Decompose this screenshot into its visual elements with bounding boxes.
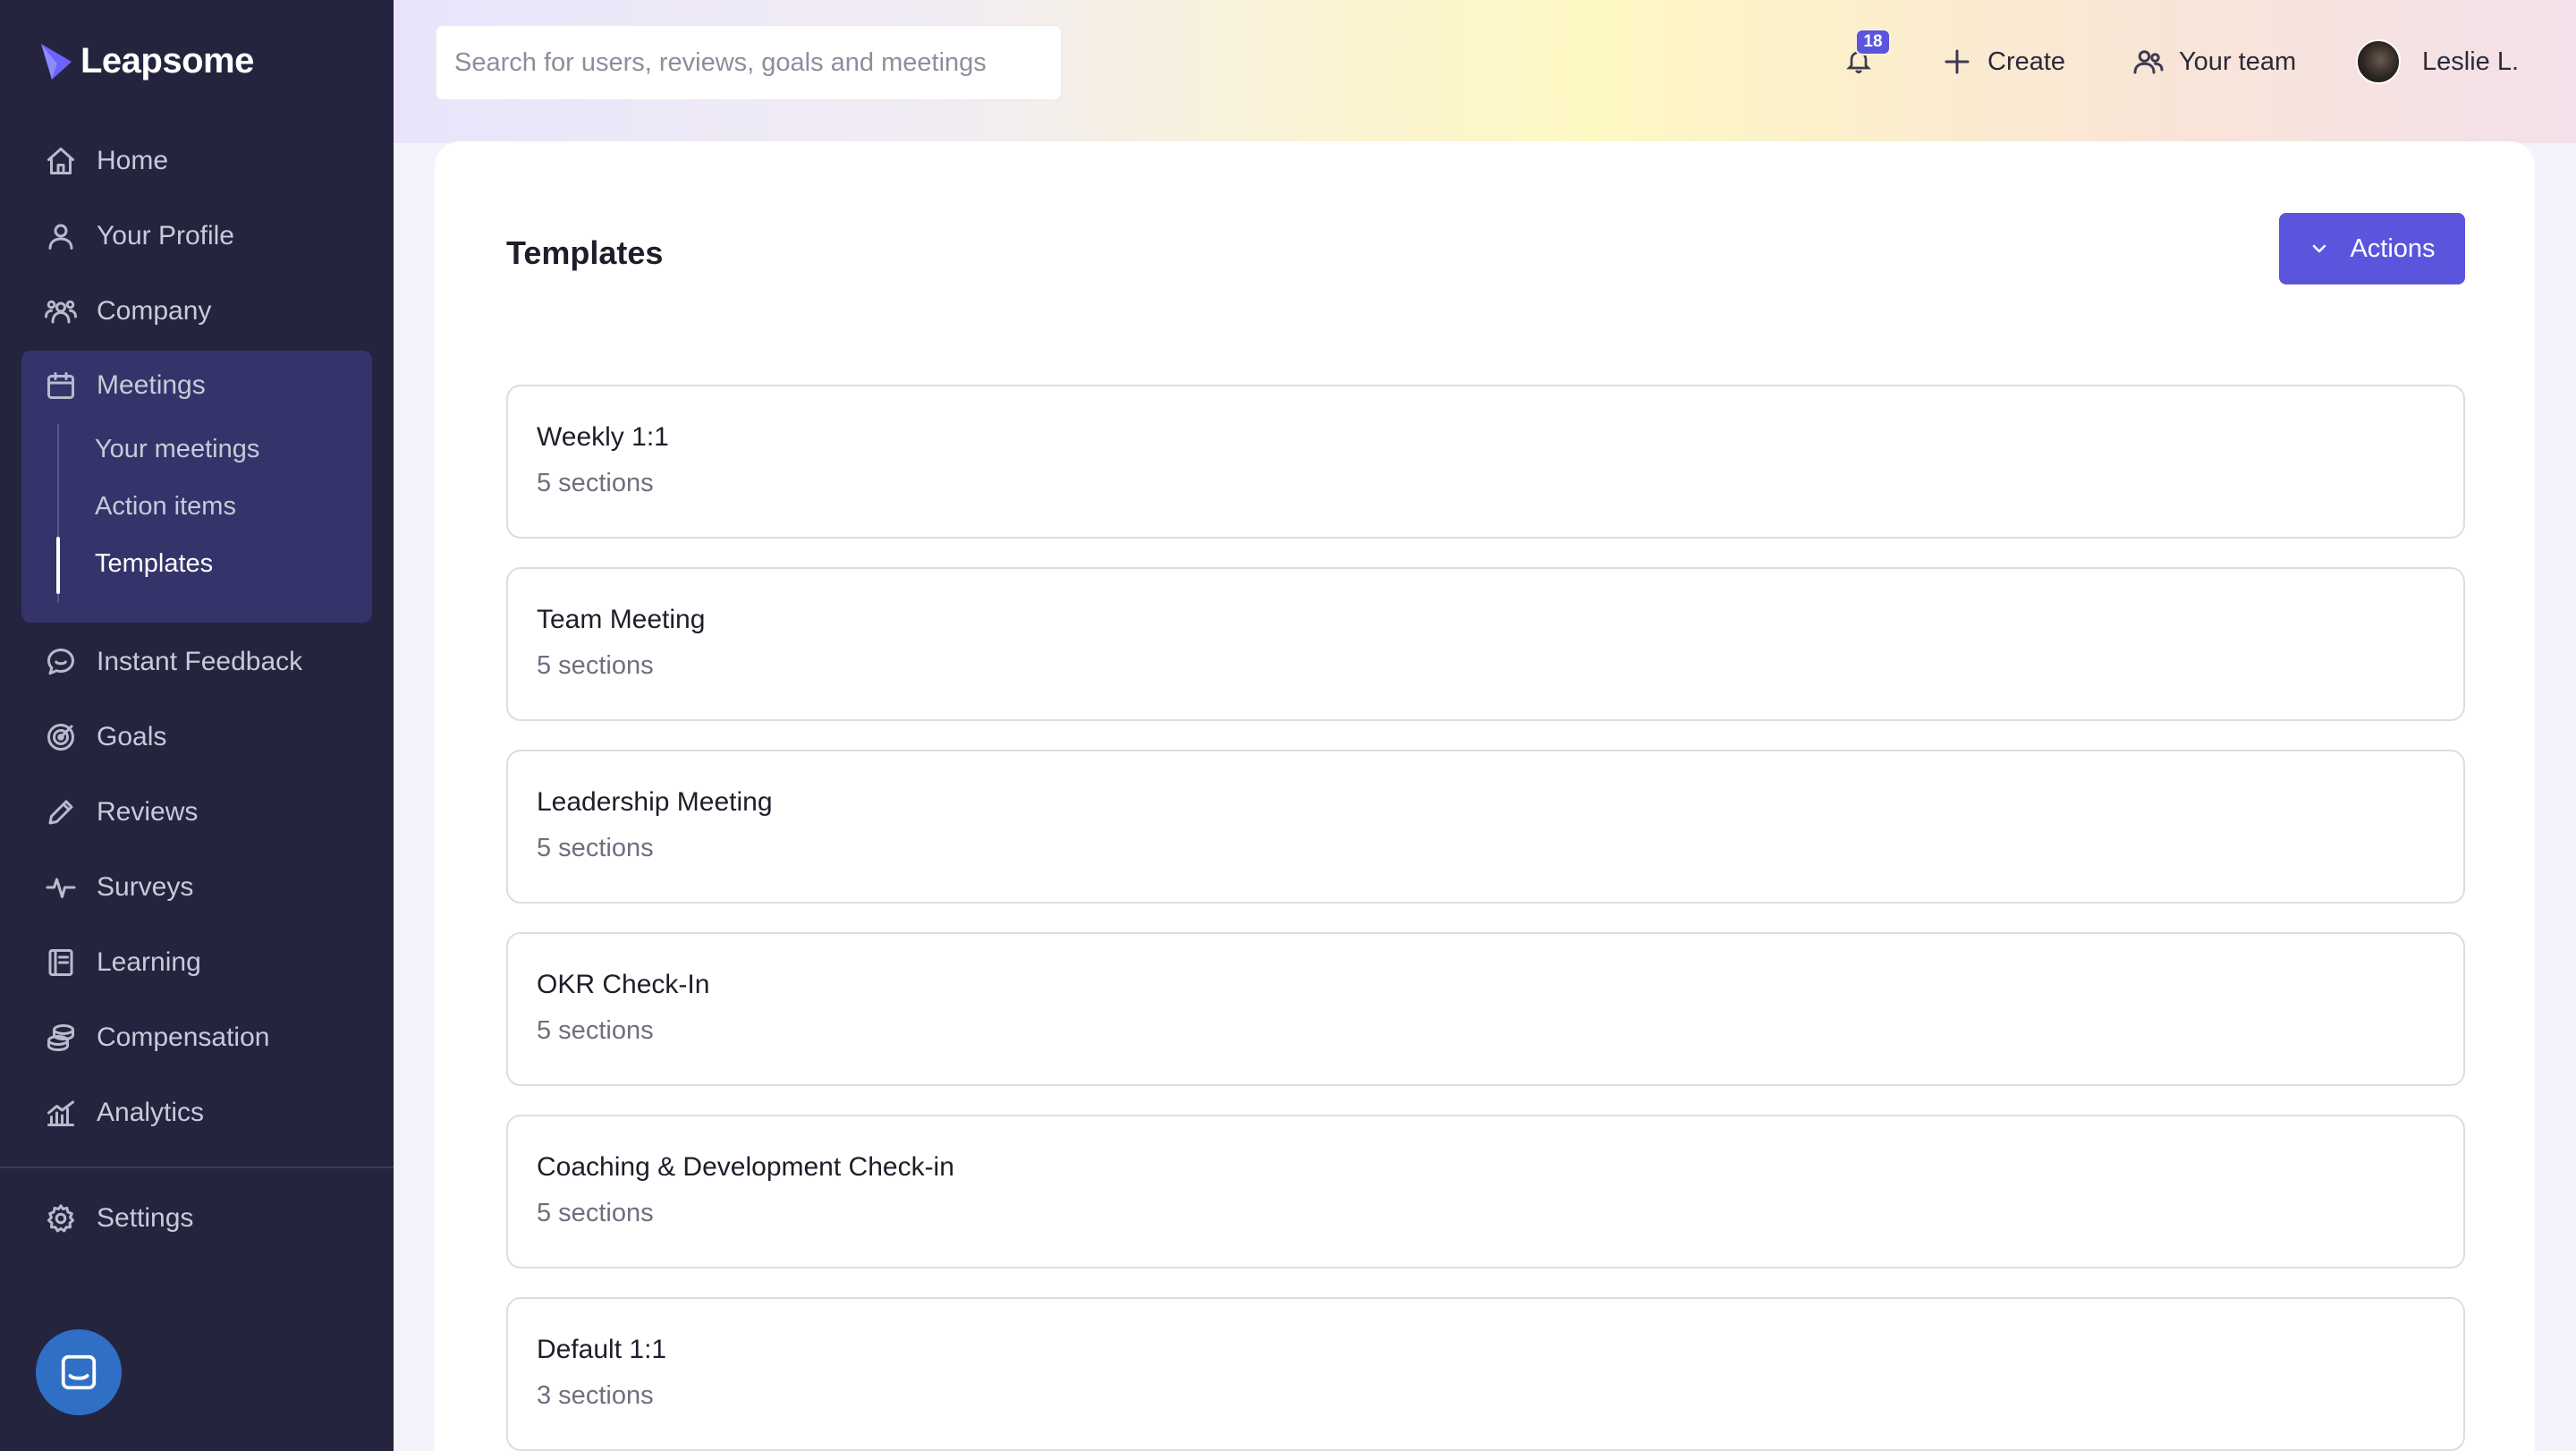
sidebar: Leapsome Home Your Profile Company Meeti… [0, 0, 394, 1451]
notification-count-badge: 18 [1855, 29, 1891, 55]
plus-icon [1945, 49, 1970, 74]
template-list: Weekly 1:1 5 sections Team Meeting 5 sec… [506, 385, 2465, 1451]
leapsome-logo[interactable]: Leapsome [39, 41, 254, 81]
sidebar-item-surveys[interactable]: Surveys [45, 865, 193, 910]
user-name: Leslie L. [2422, 47, 2520, 76]
sidebar-subitem-your-meetings[interactable]: Your meetings [95, 435, 259, 464]
chat-bubble-icon [47, 649, 74, 675]
sidebar-item-meetings[interactable]: Meetings [45, 363, 206, 408]
sidebar-item-label: Goals [97, 722, 167, 751]
template-name: Leadership Meeting [537, 787, 773, 817]
sidebar-item-label: Company [97, 296, 212, 326]
calendar-icon [47, 372, 74, 399]
template-section-count: 5 sections [537, 834, 654, 862]
message-icon [61, 1354, 97, 1390]
coins-icon [47, 1024, 74, 1051]
template-section-count: 5 sections [537, 1199, 654, 1227]
user-icon [48, 224, 73, 250]
sidebar-item-reviews[interactable]: Reviews [45, 790, 198, 835]
sidebar-item-label: Your Profile [97, 221, 234, 250]
sidebar-item-label: Analytics [97, 1098, 205, 1127]
template-card[interactable]: Default 1:1 3 sections [506, 1297, 2465, 1451]
user-menu[interactable]: Leslie L. [2356, 39, 2519, 84]
sidebar-item-label: Instant Feedback [97, 647, 303, 676]
sidebar-subitem-action-items[interactable]: Action items [95, 492, 236, 522]
sidebar-item-goals[interactable]: Goals [45, 715, 166, 759]
template-section-count: 5 sections [537, 469, 654, 497]
sidebar-divider [0, 1167, 394, 1168]
template-name: Team Meeting [537, 605, 706, 634]
your-team-button[interactable]: Your team [2132, 39, 2296, 84]
meetings-group: Meetings Your meetings Action items Temp… [21, 351, 372, 623]
template-card[interactable]: OKR Check-In 5 sections [506, 932, 2465, 1086]
sidebar-item-learning[interactable]: Learning [45, 940, 201, 985]
template-name: Weekly 1:1 [537, 422, 669, 452]
sidebar-item-home[interactable]: Home [45, 139, 168, 183]
create-button[interactable]: Create [1941, 39, 2065, 84]
page-title: Templates [506, 234, 664, 271]
avatar [2356, 39, 2401, 84]
template-section-count: 5 sections [537, 1016, 654, 1045]
sidebar-item-label: Reviews [97, 797, 199, 827]
sidebar-subitem-templates[interactable]: Templates [95, 549, 213, 579]
template-card[interactable]: Leadership Meeting 5 sections [506, 750, 2465, 904]
sidebar-item-label: Settings [97, 1203, 194, 1233]
pulse-icon [46, 878, 76, 898]
search-input[interactable] [454, 47, 1061, 78]
actions-label: Actions [2350, 233, 2436, 263]
template-card[interactable]: Coaching & Development Check-in 5 sectio… [506, 1115, 2465, 1269]
create-label: Create [1987, 47, 2066, 76]
search-box[interactable] [436, 25, 1062, 100]
template-name: Coaching & Development Check-in [537, 1152, 954, 1182]
pencil-icon [48, 800, 73, 825]
target-icon [47, 724, 74, 751]
your-team-label: Your team [2179, 47, 2297, 76]
sidebar-item-label: Compensation [97, 1022, 270, 1052]
brand-name: Leapsome [80, 41, 254, 81]
home-icon [47, 148, 74, 174]
analytics-chart-icon [47, 1100, 74, 1126]
leapsome-logo-icon [41, 43, 72, 80]
template-section-count: 3 sections [537, 1381, 654, 1410]
support-chat-button[interactable] [36, 1329, 122, 1415]
team-icon [2133, 50, 2164, 74]
template-name: OKR Check-In [537, 970, 710, 999]
sidebar-item-your-profile[interactable]: Your Profile [45, 214, 234, 259]
sidebar-item-settings[interactable]: Settings [45, 1196, 193, 1241]
sidebar-item-label: Learning [97, 947, 201, 977]
people-icon [45, 300, 77, 324]
sidebar-item-company[interactable]: Company [45, 289, 211, 334]
sidebar-item-label: Home [97, 146, 169, 175]
template-name: Default 1:1 [537, 1335, 667, 1364]
template-card[interactable]: Team Meeting 5 sections [506, 567, 2465, 721]
gear-icon [47, 1204, 74, 1233]
sidebar-item-instant-feedback[interactable]: Instant Feedback [45, 640, 302, 684]
actions-button[interactable]: Actions [2279, 213, 2465, 284]
main-content: Templates Actions Weekly 1:1 5 sections … [435, 141, 2535, 1451]
submenu-active-indicator [56, 537, 60, 594]
template-card[interactable]: Weekly 1:1 5 sections [506, 385, 2465, 539]
template-section-count: 5 sections [537, 651, 654, 680]
book-icon [48, 949, 73, 976]
sidebar-item-compensation[interactable]: Compensation [45, 1015, 269, 1060]
sidebar-item-label: Surveys [97, 872, 194, 902]
chevron-down-icon [2313, 244, 2326, 253]
sidebar-item-label: Meetings [97, 370, 206, 400]
sidebar-item-analytics[interactable]: Analytics [45, 1090, 204, 1135]
